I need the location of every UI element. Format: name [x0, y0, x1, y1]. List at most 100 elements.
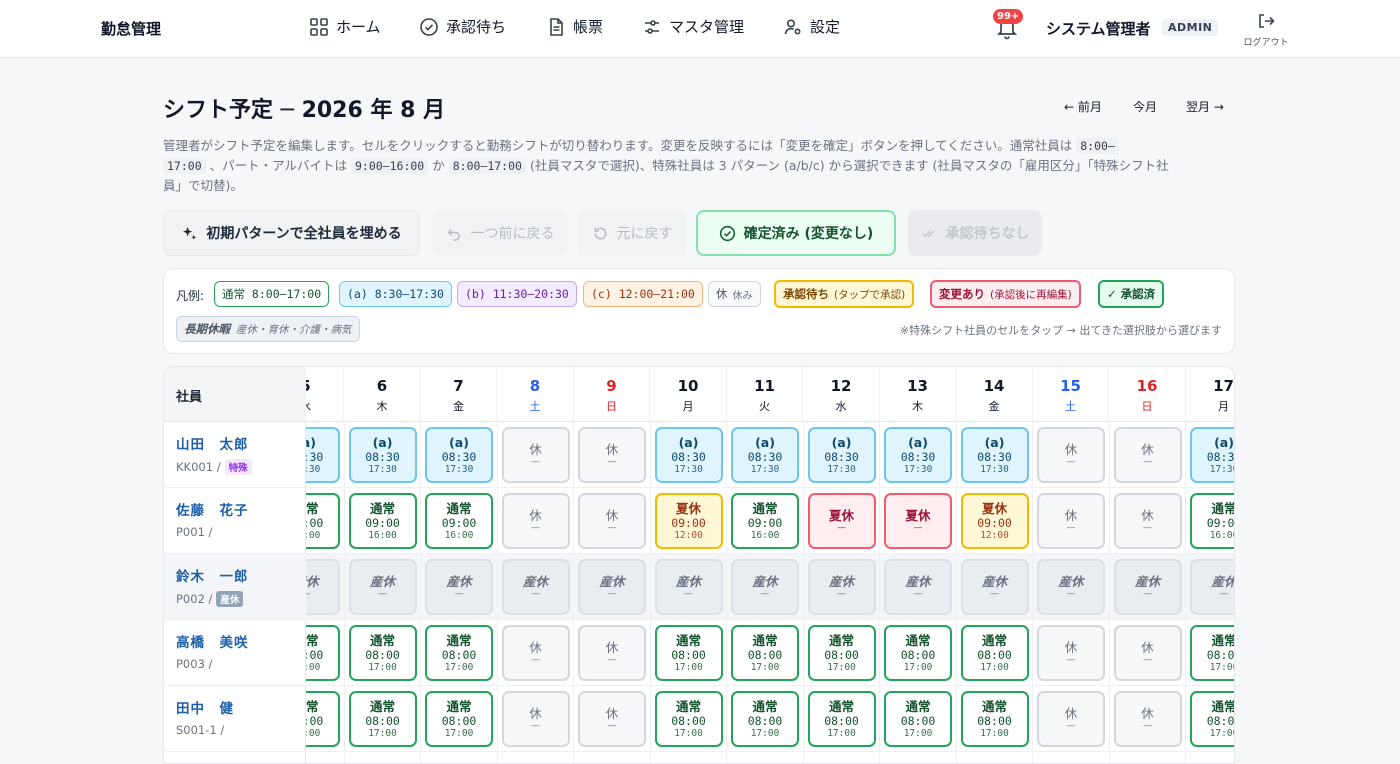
- shift-cell[interactable]: 通常08:0017:00: [425, 691, 493, 747]
- shift-cell[interactable]: 通常09:0016:00: [348, 493, 417, 549]
- shift-cell[interactable]: 夏休 09:00 12:00: [654, 493, 723, 549]
- shift-cell[interactable]: 通常08:0017:00: [654, 625, 723, 681]
- shift-cell[interactable]: (a)08:3017:30: [731, 427, 799, 483]
- shift-cell[interactable]: (a)08:3017:30: [306, 427, 340, 483]
- grid-icon: [310, 17, 328, 36]
- employee-cell[interactable]: 高橋 美咲 P003 /: [164, 620, 306, 686]
- employee-name[interactable]: 高橋 美咲: [176, 631, 294, 651]
- nav-approvals[interactable]: 承認待ち: [419, 16, 506, 37]
- shift-cell[interactable]: 休 —: [1113, 625, 1182, 681]
- logout-button[interactable]: ログアウト: [1240, 12, 1292, 48]
- employee-name[interactable]: 鈴木 一郎: [176, 565, 294, 585]
- shift-cell[interactable]: 休 —: [501, 493, 570, 549]
- shift-cell[interactable]: 休 —: [578, 427, 646, 483]
- shift-cell[interactable]: 産休—: [731, 559, 799, 615]
- shift-cell[interactable]: 休 —: [501, 625, 570, 681]
- shift-cell[interactable]: 産休—: [654, 559, 723, 615]
- shift-cell[interactable]: 産休—: [1113, 559, 1182, 615]
- employee-name[interactable]: 佐藤 花子: [176, 499, 294, 519]
- undo-button[interactable]: 一つ前に戻る: [432, 210, 568, 256]
- shift-cell[interactable]: 休 —: [578, 691, 646, 747]
- shift-cell[interactable]: 通常08:0017:00: [348, 625, 417, 681]
- prev-month-button[interactable]: ← 前月: [1064, 98, 1102, 115]
- approve-all-button[interactable]: 承認待ちなし: [908, 210, 1042, 256]
- this-month-button[interactable]: 今月: [1133, 98, 1157, 115]
- shift-label: 休: [1141, 706, 1154, 721]
- shift-dash: —: [378, 589, 387, 599]
- shift-cell[interactable]: 産休—: [1190, 559, 1234, 615]
- shift-cell[interactable]: 休 —: [578, 493, 646, 549]
- revert-button[interactable]: 元に戻す: [578, 210, 686, 256]
- shift-cell[interactable]: 休 —: [501, 427, 570, 483]
- shift-cell[interactable]: 通常08:0017:00: [731, 691, 799, 747]
- shift-dash: —: [1066, 655, 1076, 665]
- shift-cell[interactable]: 通常08:0017:00: [807, 691, 876, 747]
- shift-cell[interactable]: 産休—: [884, 559, 952, 615]
- shift-cell[interactable]: 通常08:0017:00: [960, 625, 1029, 681]
- shift-cell[interactable]: (a)08:3017:30: [1190, 427, 1234, 483]
- shift-cell[interactable]: 産休—: [1037, 559, 1105, 615]
- shift-cell[interactable]: 産休—: [807, 559, 876, 615]
- shift-cell[interactable]: (a)08:3017:30: [654, 427, 723, 483]
- shift-cell[interactable]: 休 —: [501, 691, 570, 747]
- shift-cell[interactable]: 産休—: [348, 559, 417, 615]
- shift-cell[interactable]: 産休—: [578, 559, 646, 615]
- shift-cell[interactable]: 休 —: [578, 625, 646, 681]
- shift-cell[interactable]: 夏休 —: [884, 493, 952, 549]
- shift-cell[interactable]: (a)08:3017:30: [807, 427, 876, 483]
- shift-cell[interactable]: 夏休 —: [807, 493, 876, 549]
- shift-cell[interactable]: 通常09:0016:00: [306, 493, 340, 549]
- nav-home[interactable]: ホーム: [309, 16, 381, 37]
- shift-cell[interactable]: 産休—: [960, 559, 1029, 615]
- day-header: 15 土: [1033, 367, 1109, 422]
- shift-cell[interactable]: 夏休 09:00 12:00: [960, 493, 1029, 549]
- shift-cell[interactable]: 産休—: [306, 559, 340, 615]
- shift-cell[interactable]: 通常08:0017:00: [807, 625, 876, 681]
- shift-label: 産休: [752, 574, 778, 589]
- shift-cell[interactable]: (a)08:3017:30: [960, 427, 1029, 483]
- nav-reports[interactable]: 帳票: [546, 16, 603, 37]
- shift-cell[interactable]: 通常09:0016:00: [425, 493, 493, 549]
- nav-settings[interactable]: 設定: [783, 16, 840, 37]
- shift-cell[interactable]: 休 —: [1113, 427, 1182, 483]
- employee-cell[interactable]: 佐藤 花子 P001 /: [164, 488, 306, 554]
- shift-cell[interactable]: 休 —: [1113, 493, 1182, 549]
- shift-cell[interactable]: (a)08:3017:30: [884, 427, 952, 483]
- shift-cell[interactable]: 休 —: [1037, 625, 1105, 681]
- employee-cell[interactable]: 鈴木 一郎 P002 /産休: [164, 554, 306, 620]
- next-month-button[interactable]: 翌月 →: [1186, 98, 1224, 115]
- shift-cell[interactable]: 通常08:0017:00: [306, 691, 340, 747]
- shift-cell[interactable]: (a)08:3017:30: [348, 427, 417, 483]
- app-brand[interactable]: 勤怠管理: [101, 18, 161, 39]
- shift-cell[interactable]: 通常08:0017:00: [425, 625, 493, 681]
- shift-cell[interactable]: 通常08:0017:00: [1190, 691, 1234, 747]
- shift-cell[interactable]: 通常08:0017:00: [1190, 625, 1235, 681]
- shift-cell[interactable]: 産休—: [425, 559, 493, 615]
- employee-name[interactable]: 山田 太郎: [176, 433, 294, 453]
- shift-cell[interactable]: 通常08:0017:00: [348, 691, 417, 747]
- shift-cell[interactable]: 通常09:0016:00: [1190, 493, 1234, 549]
- employee-cell[interactable]: 田中 健 S001-1 /: [164, 686, 306, 752]
- shift-cell[interactable]: 通常08:0017:00: [884, 691, 952, 747]
- shift-cell[interactable]: 通常08:0017:00: [960, 691, 1029, 747]
- shift-label: 休: [1141, 442, 1154, 457]
- fill-initial-button[interactable]: 初期パターンで全社員を埋める: [163, 210, 420, 256]
- shift-cell[interactable]: 産休—: [501, 559, 570, 615]
- confirm-button[interactable]: 確定済み (変更なし): [696, 210, 896, 256]
- shift-cell[interactable]: 通常09:0016:00: [731, 493, 799, 549]
- shift-cell[interactable]: 休 —: [1037, 691, 1105, 747]
- shift-cell[interactable]: 通常08:0017:00: [654, 691, 723, 747]
- shift-cell[interactable]: (a)08:3017:30: [425, 427, 493, 483]
- shift-label: 通常: [1211, 632, 1235, 648]
- shift-cell[interactable]: 休 —: [1037, 493, 1105, 549]
- nav-settings-label: 設定: [810, 18, 841, 36]
- shift-cell[interactable]: 通常08:0017:00: [731, 625, 799, 681]
- nav-master[interactable]: マスタ管理: [642, 16, 744, 37]
- shift-cell[interactable]: 休 —: [1113, 691, 1182, 747]
- shift-cell[interactable]: 通常08:0017:00: [884, 625, 952, 681]
- shift-cell[interactable]: 休 —: [1037, 427, 1105, 483]
- employee-name[interactable]: 田中 健: [176, 697, 294, 717]
- shift-cell[interactable]: 通常08:0017:00: [306, 625, 340, 681]
- employee-cell[interactable]: 山田 太郎 KK001 /特殊: [164, 422, 306, 488]
- column-divider: [1185, 422, 1186, 763]
